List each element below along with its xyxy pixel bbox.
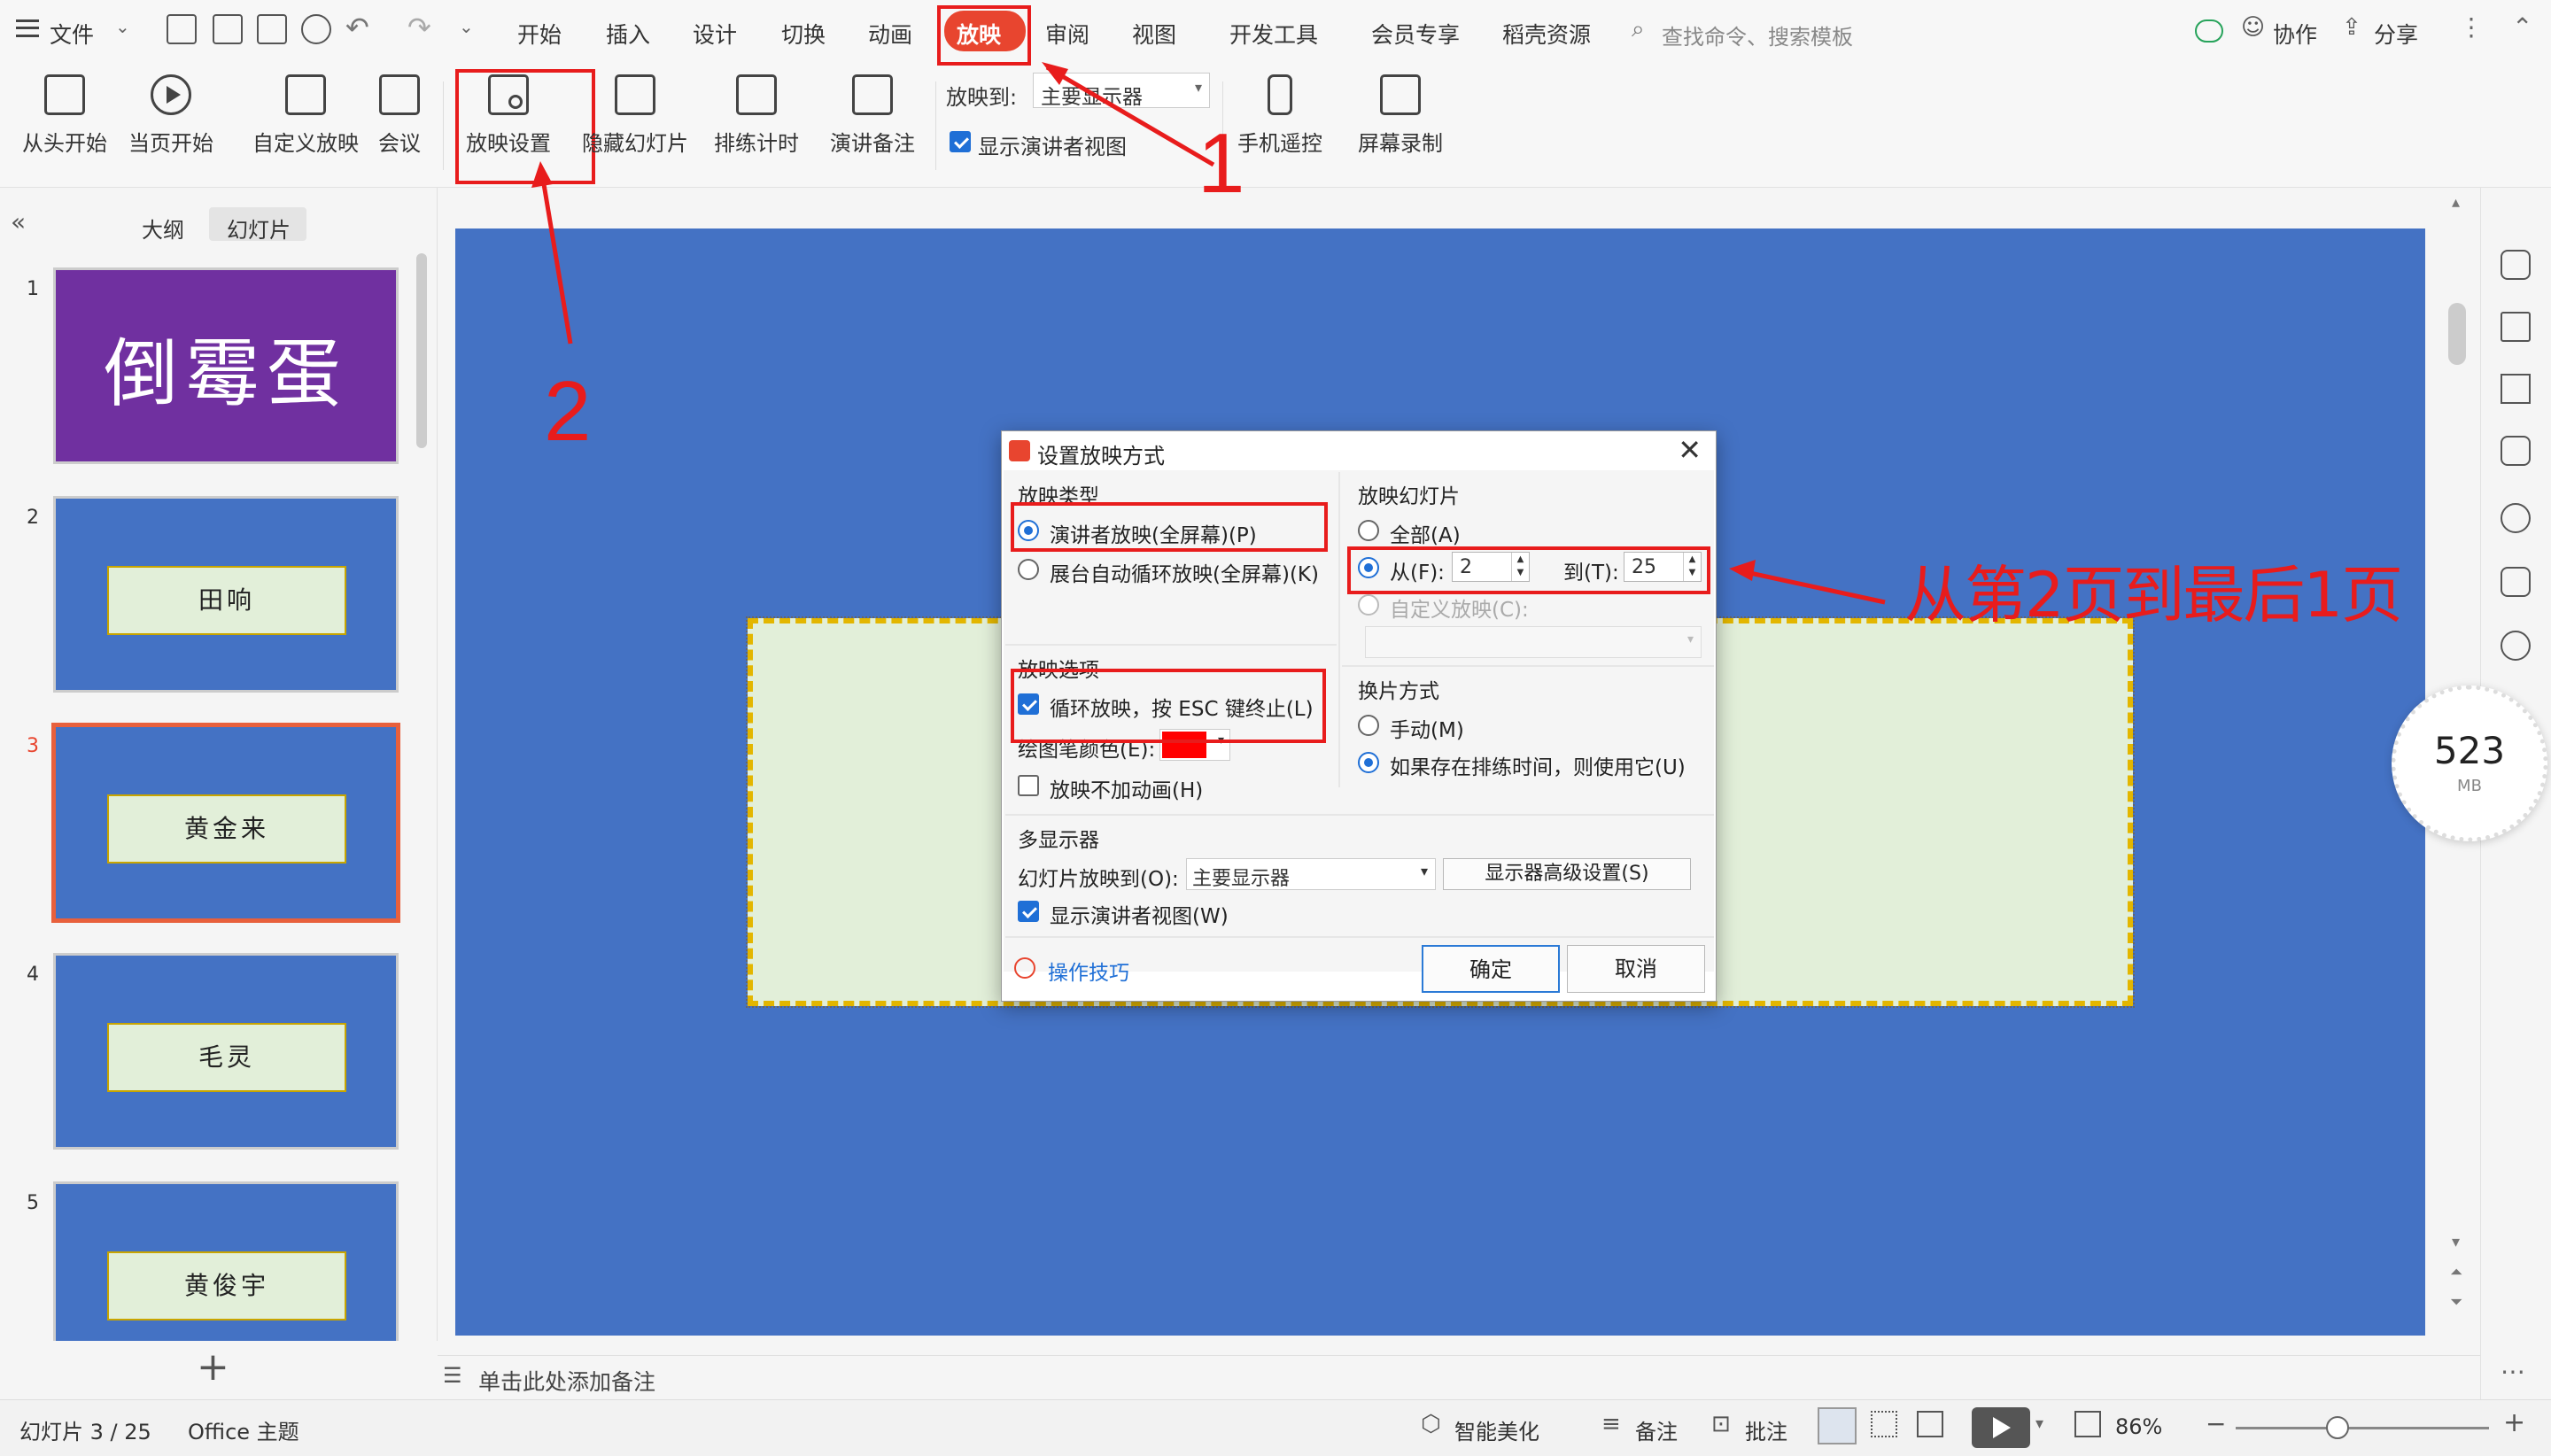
annotation-overlay [531,62,1886,605]
annotation-number-2: 2 [544,364,592,459]
annotation-number-1: 1 [1198,116,1245,211]
annotation-callout-text: 从第2页到最后1页 [1904,559,2403,631]
annotation-arrowhead-1 [1042,62,1068,85]
annotation-arrowhead-callout [1729,560,1756,581]
annotation-arrow-callout [1737,568,1886,605]
annotation-arrowhead-2 [531,161,553,188]
annotation-arrow-1 [1045,65,1215,167]
annotation-arrow-2 [539,173,573,345]
